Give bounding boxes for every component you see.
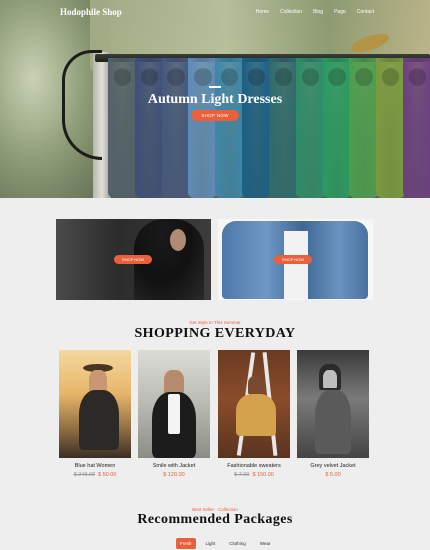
menu-item-collection[interactable]: Collection	[280, 9, 302, 15]
product-new-price: $ 150.00	[252, 472, 274, 478]
face-shape	[248, 376, 264, 394]
product-name[interactable]: Fashionable sweaters	[218, 463, 290, 469]
product-image[interactable]	[138, 350, 210, 458]
top-nav: Hodophile Shop Home Collection Blog Page…	[0, 0, 430, 24]
shirt-shape	[168, 394, 180, 434]
tab-light[interactable]: Light	[202, 538, 220, 549]
scarf	[108, 58, 137, 198]
hero-banner: Hodophile Shop Home Collection Blog Page…	[0, 0, 430, 198]
product-name[interactable]: Smile with Jacket	[138, 463, 210, 469]
promo-card-women[interactable]: SHOP NOW	[56, 219, 211, 300]
product-name[interactable]: Grey velvet Jacket	[297, 463, 369, 469]
face-shape	[164, 370, 184, 394]
promo-image-shirt	[284, 231, 308, 299]
menu-item-page[interactable]: Page	[334, 9, 346, 15]
product-image[interactable]	[59, 350, 131, 458]
package-tabs: Fresh Light Clothing Wear	[176, 538, 274, 549]
body-shape	[79, 390, 119, 450]
dress-shape	[315, 390, 351, 454]
hero-shop-now-button[interactable]: SHOP NOW	[191, 110, 239, 121]
product-price: $ 5.00	[297, 472, 369, 478]
product-price: $ 248.08 $ 50.00	[59, 472, 131, 478]
scarf	[376, 58, 406, 198]
main-menu: Home Collection Blog Page Contact	[256, 9, 374, 15]
scarf	[161, 58, 191, 198]
product-price: $ 120.00	[138, 472, 210, 478]
product-new-price: $ 50.00	[98, 472, 117, 478]
tab-clothing[interactable]: Clothing	[225, 538, 250, 549]
menu-item-home[interactable]: Home	[256, 9, 269, 15]
scarf	[134, 58, 164, 198]
menu-item-blog[interactable]: Blog	[313, 9, 323, 15]
promo-image-face	[170, 229, 186, 251]
tab-wear[interactable]: Wear	[256, 538, 275, 549]
product-new-price: $ 120.00	[163, 472, 185, 478]
product-old-price: $ 248.08	[73, 472, 96, 478]
promo-shop-now-button[interactable]: SHOP NOW	[114, 255, 152, 264]
face-shape	[323, 370, 337, 388]
promo-shop-now-button[interactable]: SHOP NOW	[274, 255, 312, 264]
recommended-title: Recommended Packages	[137, 512, 293, 527]
shopping-kicker: Get Style In This Summer	[189, 320, 241, 325]
product-card[interactable]: Blue hat Women $ 248.08 $ 50.00	[59, 350, 131, 478]
scarf	[322, 58, 352, 198]
product-image[interactable]	[297, 350, 369, 458]
shopping-title: SHOPPING EVERYDAY	[134, 326, 296, 341]
product-name[interactable]: Blue hat Women	[59, 463, 131, 469]
scarf	[215, 58, 245, 198]
hero-kicker-line	[209, 86, 221, 88]
scarf	[295, 58, 325, 198]
scarf	[242, 58, 271, 198]
face-shape	[89, 370, 107, 392]
scarf	[188, 58, 218, 198]
product-card[interactable]: Grey velvet Jacket $ 5.00	[297, 350, 369, 478]
scarf	[349, 58, 379, 198]
scarf	[268, 58, 298, 198]
product-image[interactable]	[218, 350, 290, 458]
product-card[interactable]: Fashionable sweaters $ 7.00 $ 150.00	[218, 350, 290, 478]
scarf	[403, 58, 430, 198]
hero-scarves	[108, 58, 430, 198]
tab-fresh[interactable]: Fresh	[176, 538, 196, 549]
promo-card-jacket[interactable]: SHOP NOW	[218, 219, 373, 300]
product-old-price: $ 7.00	[234, 472, 250, 478]
product-new-price: $ 5.00	[325, 472, 341, 478]
product-card[interactable]: Smile with Jacket $ 120.00	[138, 350, 210, 478]
dress-shape	[236, 394, 276, 436]
brand-logo[interactable]: Hodophile Shop	[60, 7, 122, 17]
product-price: $ 7.00 $ 150.00	[218, 472, 290, 478]
menu-item-contact[interactable]: Contact	[357, 9, 374, 15]
hero-title: Autumn Light Dresses	[147, 92, 283, 107]
